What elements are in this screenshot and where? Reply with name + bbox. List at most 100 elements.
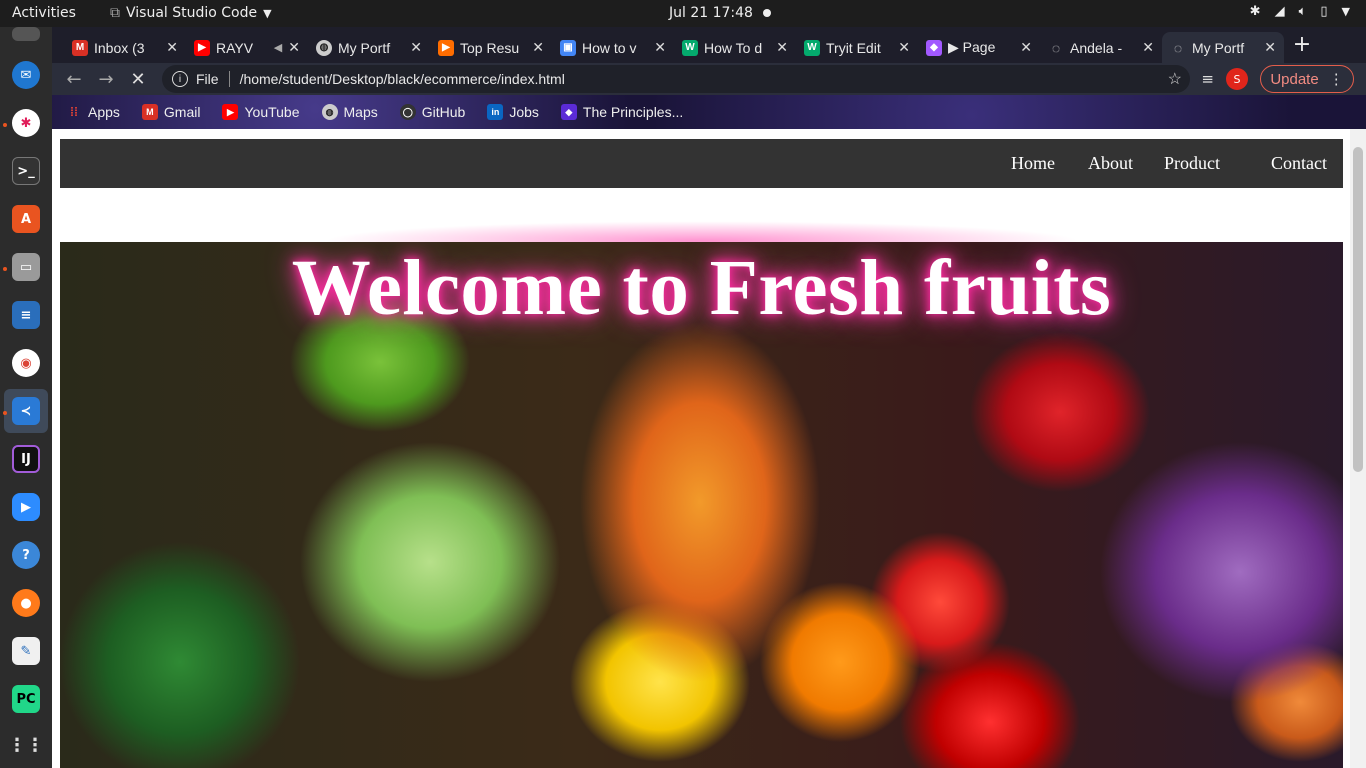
bookmark-label: Maps bbox=[343, 104, 378, 120]
browser-tab[interactable]: ◍ My Portf ✕ bbox=[308, 32, 430, 63]
nav-link-product[interactable]: Product bbox=[1164, 153, 1220, 174]
speaker-icon[interactable]: ◀︎ bbox=[274, 41, 282, 54]
bookmark-github[interactable]: ◯ GitHub bbox=[399, 104, 465, 120]
address-bar[interactable]: i File /home/student/Desktop/black/ecomm… bbox=[162, 65, 1190, 93]
gmail-icon: M bbox=[141, 104, 158, 120]
address-scheme: File bbox=[196, 71, 219, 87]
globe-icon: ◍ bbox=[321, 104, 338, 120]
browser-tab[interactable]: ▶ Top Resu ✕ bbox=[430, 32, 552, 63]
close-icon[interactable]: ✕ bbox=[898, 39, 910, 56]
bookmark-label: The Principles... bbox=[582, 104, 684, 120]
chevron-down-icon: ▼ bbox=[1341, 5, 1350, 18]
toolbar-actions: ≡ S Update ⋮ bbox=[1201, 65, 1354, 93]
apps-grid-icon: ⁞⁞ bbox=[70, 105, 78, 119]
page-scrollbar[interactable] bbox=[1350, 129, 1366, 768]
firefox-icon[interactable]: ● bbox=[12, 589, 40, 617]
tab-title: My Portf bbox=[1192, 39, 1245, 56]
address-separator bbox=[228, 71, 230, 87]
loading-icon: ◌ bbox=[1173, 39, 1183, 56]
avatar[interactable]: S bbox=[1226, 68, 1248, 90]
hero-image-fruits-vegetables: Welcome to Fresh fruits bbox=[60, 242, 1343, 768]
browser-tab-active[interactable]: ◌ My Portf ✕ bbox=[1162, 32, 1284, 63]
ubuntu-dock: ✉ ✱ >_ A ▭ ≡ ◉ ≺ IJ ▶ ? ● ✎ PC ⋮⋮ bbox=[0, 27, 52, 768]
media-control-icon[interactable]: ≡ bbox=[1201, 70, 1214, 88]
tab-title: Inbox (3 bbox=[94, 39, 145, 56]
chrome-icon[interactable]: ◉ bbox=[12, 349, 40, 377]
github-icon: ◯ bbox=[399, 104, 416, 120]
activities-button[interactable]: Activities bbox=[12, 5, 76, 21]
system-tray[interactable]: ✱ ◢ 🔈︎ ▯ ▼ bbox=[1250, 4, 1350, 19]
linkedin-icon: in bbox=[487, 104, 504, 120]
files-icon[interactable]: ▭ bbox=[12, 253, 40, 281]
figma-icon: ◆ bbox=[926, 39, 942, 56]
browser-tab[interactable]: W How To d ✕ bbox=[674, 32, 796, 63]
browser-tab[interactable]: ◌ Andela - ✕ bbox=[1040, 32, 1162, 63]
w3schools-icon: W bbox=[682, 39, 698, 56]
scrollbar-thumb[interactable] bbox=[1353, 147, 1363, 472]
close-icon[interactable]: ✕ bbox=[1142, 39, 1154, 56]
text-editor-icon[interactable]: ✎ bbox=[12, 637, 40, 665]
close-icon[interactable]: ✕ bbox=[654, 39, 666, 56]
terminal-icon[interactable]: >_ bbox=[12, 157, 40, 185]
zoom-icon[interactable]: ▶ bbox=[12, 493, 40, 521]
app-name: Visual Studio Code bbox=[126, 5, 258, 21]
bookmark-maps[interactable]: ◍ Maps bbox=[321, 104, 378, 120]
tab-title: Tryit Edit bbox=[826, 39, 881, 56]
close-icon[interactable]: ✕ bbox=[776, 39, 788, 56]
bookmark-label: Apps bbox=[88, 104, 120, 120]
app-menu[interactable]: ⧉ Visual Studio Code ▼ bbox=[110, 5, 272, 21]
bookmark-label: Jobs bbox=[509, 104, 539, 120]
youtube-icon: ▶ bbox=[194, 39, 210, 56]
browser-tab[interactable]: ▶ RAYV ◀︎ ✕ bbox=[186, 32, 308, 63]
close-icon[interactable]: ✕ bbox=[532, 39, 544, 56]
new-tab-button[interactable]: + bbox=[1290, 32, 1314, 57]
stop-loading-button[interactable]: ✕ bbox=[126, 67, 150, 91]
nav-link-contact[interactable]: Contact bbox=[1271, 153, 1327, 174]
bookmark-jobs[interactable]: in Jobs bbox=[487, 104, 539, 120]
browser-tab[interactable]: ▣ How to v ✕ bbox=[552, 32, 674, 63]
bookmark-gmail[interactable]: M Gmail bbox=[141, 104, 201, 120]
app-icon-partial[interactable] bbox=[12, 27, 40, 41]
volume-icon: 🔈︎ bbox=[1298, 4, 1307, 19]
close-icon[interactable]: ✕ bbox=[410, 39, 422, 56]
pycharm-icon[interactable]: PC bbox=[12, 685, 40, 713]
close-icon[interactable]: ✕ bbox=[1264, 39, 1276, 56]
bookmark-youtube[interactable]: ▶ YouTube bbox=[222, 104, 300, 120]
info-icon[interactable]: i bbox=[172, 71, 188, 87]
help-icon[interactable]: ? bbox=[12, 541, 40, 569]
forward-button[interactable]: → bbox=[94, 67, 118, 91]
close-icon[interactable]: ✕ bbox=[1020, 39, 1032, 56]
bookmark-principles[interactable]: ◆ The Principles... bbox=[560, 104, 684, 120]
close-icon[interactable]: ✕ bbox=[288, 39, 300, 56]
vscode-dock-icon[interactable]: ≺ bbox=[12, 397, 40, 425]
slack-icon[interactable]: ✱ bbox=[12, 109, 40, 137]
bookmark-icon: ◆ bbox=[560, 104, 577, 120]
battery-icon: ▯ bbox=[1320, 4, 1328, 19]
software-center-icon[interactable]: A bbox=[12, 205, 40, 233]
tab-title: ▶ Page bbox=[948, 39, 996, 55]
close-icon[interactable]: ✕ bbox=[166, 39, 178, 56]
browser-toolbar: ← → ✕ i File /home/student/Desktop/black… bbox=[52, 63, 1366, 95]
thunderbird-icon[interactable]: ✉ bbox=[12, 61, 40, 89]
bookmark-apps[interactable]: ⁞⁞ Apps bbox=[66, 104, 120, 120]
writer-icon[interactable]: ≡ bbox=[12, 301, 40, 329]
tab-title: Andela - bbox=[1070, 39, 1123, 56]
nav-link-about[interactable]: About bbox=[1088, 153, 1133, 174]
tab-title: How To d bbox=[704, 39, 763, 56]
star-icon[interactable]: ☆ bbox=[1168, 69, 1182, 89]
browser-tab[interactable]: ◆ ▶ Page ✕ bbox=[918, 32, 1040, 63]
update-button[interactable]: Update ⋮ bbox=[1260, 65, 1354, 93]
nav-link-home[interactable]: Home bbox=[1011, 153, 1055, 174]
address-url[interactable]: /home/student/Desktop/black/ecommerce/in… bbox=[240, 71, 565, 87]
browser-tab[interactable]: M Inbox (3 ✕ bbox=[64, 32, 186, 63]
show-apps-icon[interactable]: ⋮⋮ bbox=[8, 731, 44, 759]
browser-tab[interactable]: W Tryit Edit ✕ bbox=[796, 32, 918, 63]
intellij-icon[interactable]: IJ bbox=[12, 445, 40, 473]
back-button[interactable]: ← bbox=[62, 67, 86, 91]
tab-title: Top Resu bbox=[460, 39, 520, 56]
w3schools-icon: W bbox=[804, 39, 820, 56]
bookmark-label: Gmail bbox=[163, 104, 201, 120]
wifi-icon: ◢ bbox=[1274, 4, 1285, 19]
gnome-top-bar: Activities ⧉ Visual Studio Code ▼ Jul 21… bbox=[0, 0, 1366, 27]
clock[interactable]: Jul 21 17:48 bbox=[669, 5, 753, 21]
